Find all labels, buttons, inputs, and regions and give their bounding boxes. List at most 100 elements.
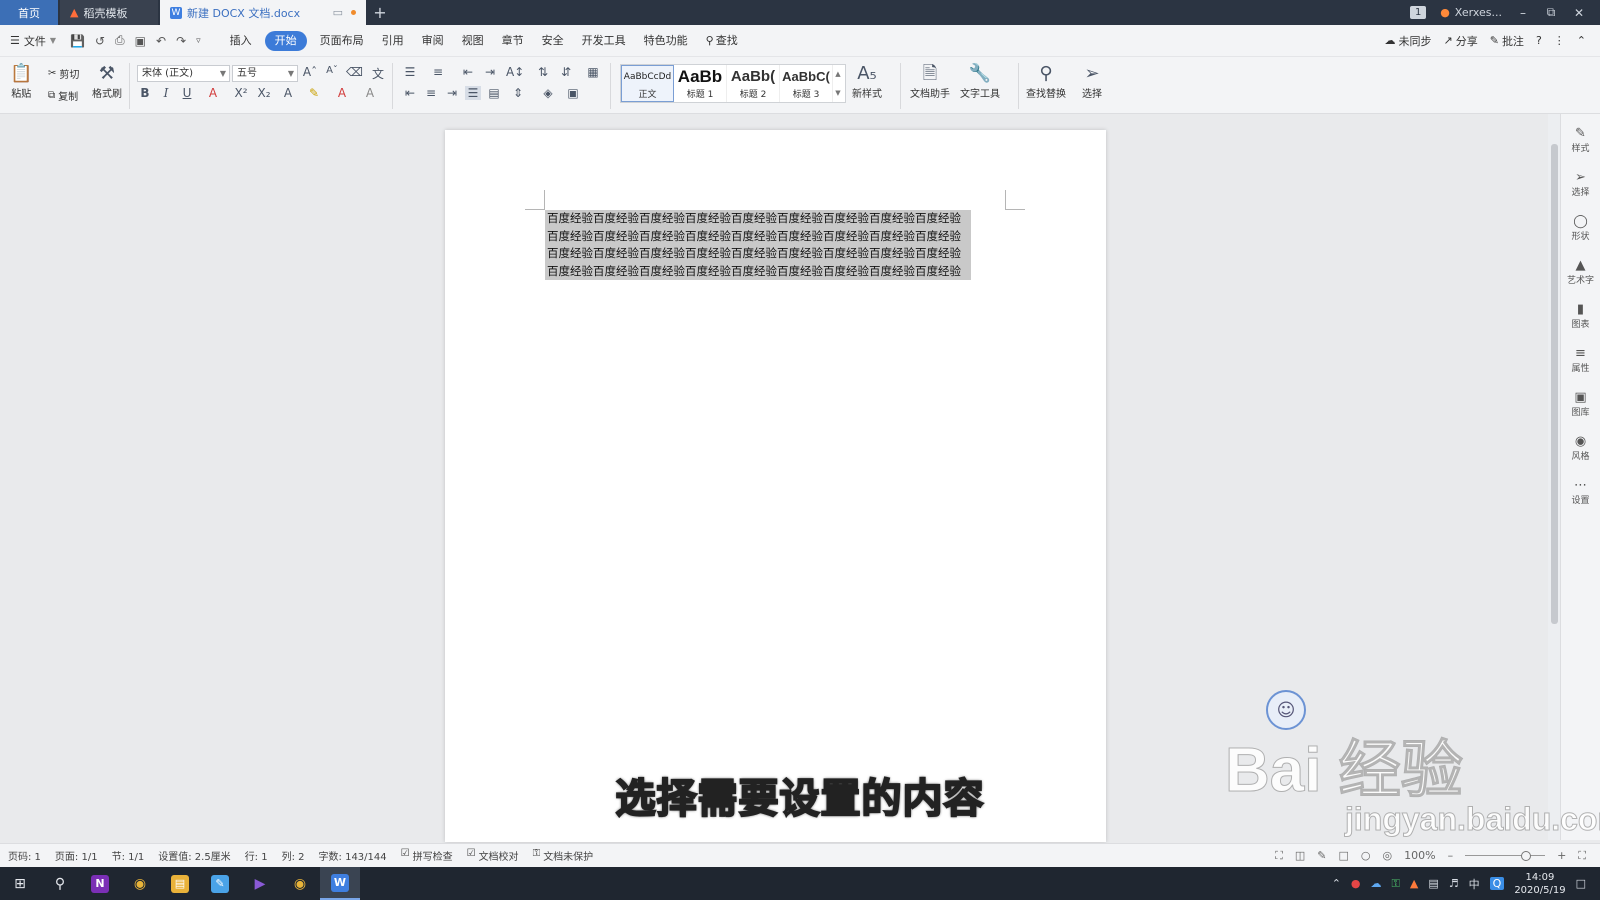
window-count-badge[interactable]: 1 (1410, 6, 1427, 19)
web-view-icon[interactable]: ○ (1361, 849, 1371, 862)
floating-assistant[interactable]: ☺ (1266, 690, 1306, 730)
window-icon[interactable]: ▭ (333, 6, 343, 19)
taskbar-chrome-2[interactable]: ◉ (280, 867, 320, 900)
print-icon[interactable]: ⎙ (115, 33, 125, 48)
more-icon[interactable]: ⋮ (1554, 34, 1565, 47)
highlight-icon[interactable]: ✎ (306, 86, 322, 100)
undo-icon[interactable]: ↶ (156, 34, 166, 48)
zoom-out-icon[interactable]: – (1448, 849, 1454, 862)
menu-references[interactable]: 引用 (373, 31, 413, 51)
tab-templates[interactable]: ▲ 稻壳模板 (60, 0, 158, 25)
style-heading-1[interactable]: AaBb 标题 1 (674, 65, 727, 102)
grow-font-icon[interactable]: Aˆ (302, 65, 318, 79)
superscript-icon[interactable]: X² (233, 86, 249, 100)
side-chart[interactable]: ▮ 图表 (1561, 302, 1600, 334)
italic-icon[interactable]: I (158, 86, 174, 100)
increase-indent-icon[interactable]: ⇥ (482, 65, 498, 79)
protect-status[interactable]: ⚿ 文档未保护 (533, 848, 594, 863)
numbered-list-icon[interactable]: ≡ (430, 65, 446, 79)
document-page[interactable]: 百度经验百度经验百度经验百度经验百度经验百度经验百度经验百度经验百度经验百度经验… (445, 130, 1106, 842)
menu-chapter[interactable]: 章节 (493, 31, 533, 51)
taskbar-explorer[interactable]: ▤ (160, 867, 200, 900)
subscript-icon[interactable]: X₂ (256, 86, 272, 100)
side-select[interactable]: ➢ 选择 (1561, 170, 1600, 202)
shading-icon[interactable]: ◈ (540, 86, 556, 100)
strikethrough-icon[interactable]: A (205, 86, 221, 100)
new-tab-button[interactable]: + (366, 0, 394, 25)
taskbar-chrome[interactable]: ◉ (120, 867, 160, 900)
tab-home[interactable]: 首页 (0, 0, 58, 25)
menu-review[interactable]: 审阅 (413, 31, 453, 51)
taskbar-media[interactable]: ▶ (240, 867, 280, 900)
shield-tray-icon[interactable]: ⚿ (1392, 877, 1400, 891)
search-button[interactable]: ⚲ (40, 867, 80, 900)
notification-icon[interactable]: □ (1576, 877, 1586, 890)
taskbar-onenote[interactable]: N (80, 867, 120, 900)
user-account[interactable]: ● Xerxes... (1440, 6, 1502, 19)
line-spacing-icon[interactable]: ⇵ (558, 65, 574, 79)
zoom-in-icon[interactable]: + (1557, 849, 1566, 862)
menu-find[interactable]: ⚲ 查找 (697, 31, 747, 51)
align-center-icon[interactable]: ≡ (423, 86, 439, 100)
side-shapes[interactable]: ◯ 形状 (1561, 214, 1600, 246)
sort-icon[interactable]: ⇅ (535, 65, 551, 79)
char-shading-icon[interactable]: A (362, 86, 378, 100)
copy-button[interactable]: ⧉ 复制 (48, 88, 78, 103)
print-preview-icon[interactable]: ▣ (135, 34, 146, 48)
paragraph-spacing-icon[interactable]: ⇕ (510, 86, 526, 100)
ime-indicator[interactable]: 中 (1469, 876, 1480, 892)
menu-view[interactable]: 视图 (453, 31, 493, 51)
menu-home[interactable]: 开始 (264, 30, 307, 51)
vertical-scrollbar[interactable] (1548, 114, 1560, 840)
proofread-button[interactable]: ☑ 文档校对 (467, 848, 519, 863)
selected-text[interactable]: 百度经验百度经验百度经验百度经验百度经验百度经验百度经验百度经验百度经验百度经验… (545, 210, 971, 280)
volume-icon[interactable]: ♬ (1449, 877, 1459, 890)
page-view-icon[interactable]: □ (1339, 849, 1349, 862)
chinese-layout-icon[interactable]: A↕ (506, 65, 524, 79)
clear-format-icon[interactable]: ⌫ (346, 65, 363, 79)
taskbar-wps[interactable]: W (320, 867, 360, 900)
zoom-level[interactable]: 100% (1404, 849, 1435, 862)
menu-special[interactable]: 特色功能 (635, 31, 697, 51)
share-button[interactable]: ↗ 分享 (1444, 33, 1478, 49)
cloud-tray-icon[interactable]: ☁ (1371, 877, 1382, 890)
app-tray-icon[interactable]: ● (1351, 877, 1361, 890)
customize-icon[interactable]: ▿ (196, 36, 201, 46)
format-painter-button[interactable]: ⚒ 格式刷 (92, 63, 122, 100)
cut-button[interactable]: ✂ 剪切 (48, 66, 79, 81)
align-left-icon[interactable]: ⇤ (402, 86, 418, 100)
new-style-button[interactable]: A₅ 新样式 (852, 63, 882, 100)
menu-insert[interactable]: 插入 (221, 31, 261, 51)
menu-developer[interactable]: 开发工具 (573, 31, 635, 51)
doc-assistant-button[interactable]: 🗎 文档助手 (910, 63, 950, 100)
text-tools-button[interactable]: 🔧 文字工具 (960, 63, 1000, 100)
start-button[interactable]: ⊞ (0, 867, 40, 900)
side-wordart[interactable]: ▲ 艺术字 (1561, 258, 1600, 290)
text-effect-icon[interactable]: A (280, 86, 296, 100)
font-name-select[interactable]: 宋体 (正文) ▼ (137, 65, 230, 82)
side-properties[interactable]: ≡ 属性 (1561, 346, 1600, 378)
align-right-icon[interactable]: ⇥ (444, 86, 460, 100)
phonetic-guide-icon[interactable]: 文 (370, 65, 386, 82)
style-heading-2[interactable]: AaBb( 标题 2 (727, 65, 780, 102)
distribute-icon[interactable]: ▤ (486, 86, 502, 100)
side-gallery[interactable]: ▣ 图库 (1561, 390, 1600, 422)
select-button[interactable]: ➢ 选择 (1082, 63, 1102, 100)
menu-page-layout[interactable]: 页面布局 (311, 31, 373, 51)
style-normal[interactable]: AaBbCcDd 正文 (621, 65, 674, 102)
side-theme[interactable]: ◉ 风格 (1561, 434, 1600, 466)
decrease-indent-icon[interactable]: ⇤ (460, 65, 476, 79)
help-button[interactable]: ? (1536, 34, 1542, 47)
minimize-icon[interactable]: – (1516, 6, 1530, 20)
status-word-count[interactable]: 字数: 143/144 (319, 848, 387, 863)
export-icon[interactable]: ↺ (95, 34, 105, 48)
read-mode-icon[interactable]: ◫ (1295, 849, 1305, 862)
collapse-ribbon-icon[interactable]: ⌃ (1577, 34, 1586, 47)
borders-icon[interactable]: ▣ (565, 86, 581, 100)
table-icon[interactable]: ▦ (585, 65, 601, 79)
fullscreen-icon[interactable]: ⛶ (1275, 849, 1283, 863)
sync-button[interactable]: ☁ 未同步 (1385, 33, 1432, 49)
gallery-scroll[interactable]: ▲ ▼ (833, 65, 843, 102)
comment-button[interactable]: ✎ 批注 (1490, 33, 1524, 49)
fire-tray-icon[interactable]: ▲ (1410, 877, 1418, 890)
